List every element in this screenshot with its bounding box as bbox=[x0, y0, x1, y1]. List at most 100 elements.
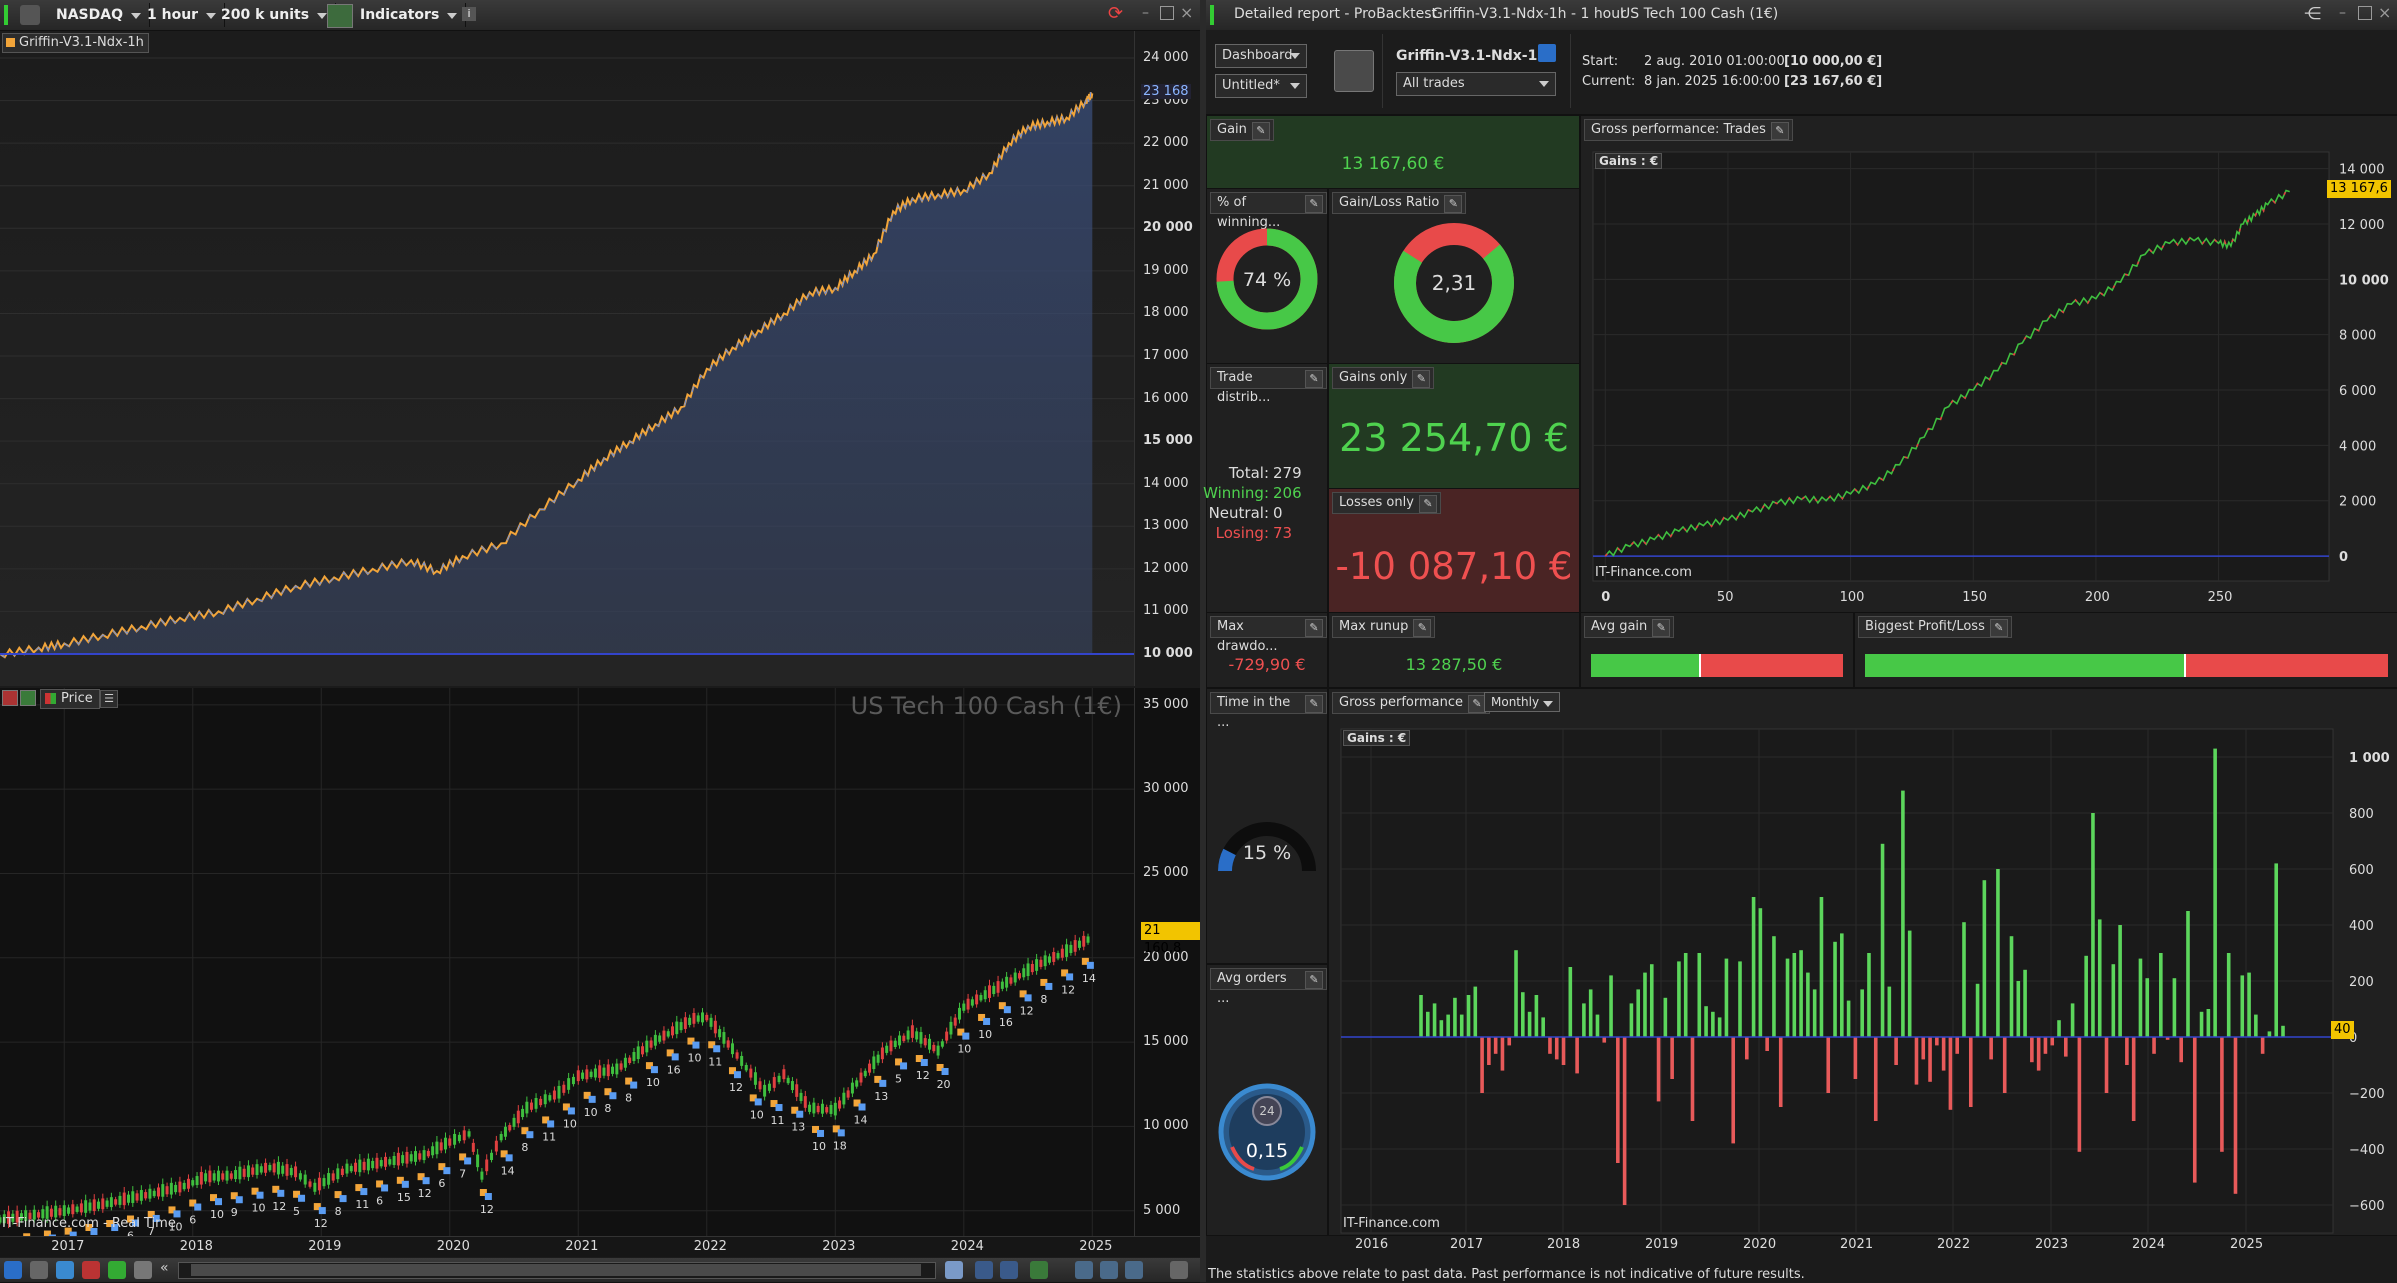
wrench-icon[interactable]: ✎ bbox=[1444, 195, 1462, 213]
instrument-icon[interactable] bbox=[20, 5, 40, 25]
candle bbox=[984, 990, 987, 999]
candle bbox=[718, 1029, 721, 1037]
copy-icon[interactable] bbox=[56, 1261, 74, 1279]
undo-icon[interactable] bbox=[975, 1261, 993, 1279]
equity-title[interactable]: Griffin-V3.1-Ndx-1h bbox=[2, 33, 149, 53]
keyboard-icon[interactable] bbox=[1170, 1261, 1188, 1279]
candle bbox=[598, 1065, 601, 1078]
share-icon[interactable] bbox=[30, 1261, 48, 1279]
zoom-out-icon[interactable] bbox=[1100, 1261, 1118, 1279]
max-runup-title: Max runup✎ bbox=[1332, 616, 1435, 638]
calendar-icon[interactable] bbox=[945, 1261, 963, 1279]
candle bbox=[851, 1083, 854, 1094]
close-icon[interactable]: × bbox=[1180, 3, 1194, 17]
monthly-bar bbox=[1867, 953, 1871, 1037]
candle bbox=[562, 1085, 565, 1093]
wrench-icon[interactable]: ✎ bbox=[1419, 495, 1437, 513]
wrench-icon[interactable]: ✎ bbox=[1252, 122, 1270, 140]
trade-exit-marker bbox=[568, 1107, 575, 1114]
gross-monthly-chart: −600−400−20002004006008001 000 bbox=[1329, 689, 2397, 1235]
trade-label: 10 bbox=[563, 1117, 577, 1130]
pencil-icon[interactable] bbox=[4, 1261, 22, 1279]
time-in-market-tile: Time in the ...✎ 15 % bbox=[1206, 688, 1328, 964]
candle bbox=[650, 1040, 653, 1047]
candle bbox=[144, 1192, 147, 1198]
strategy-icon[interactable] bbox=[1334, 50, 1374, 92]
candle bbox=[637, 1046, 640, 1059]
candle bbox=[423, 1150, 426, 1160]
trade-label: 18 bbox=[833, 1139, 847, 1152]
price-button[interactable]: Price bbox=[40, 689, 100, 709]
trade-label: 8 bbox=[625, 1092, 632, 1105]
candle bbox=[759, 1081, 762, 1089]
wrench-icon[interactable]: ✎ bbox=[1305, 619, 1323, 637]
candle bbox=[671, 1026, 674, 1035]
wrench-icon[interactable]: ✎ bbox=[1413, 619, 1431, 637]
trade-label: 10 bbox=[210, 1208, 224, 1221]
candle bbox=[710, 1018, 713, 1027]
share-window-icon[interactable]: ⋲ bbox=[2304, 4, 2324, 24]
layout-select[interactable]: Untitled* bbox=[1215, 74, 1307, 98]
candle bbox=[544, 1094, 547, 1104]
monthly-bar bbox=[1569, 967, 1573, 1037]
backtest-icon[interactable] bbox=[108, 1261, 126, 1279]
trade-exit-marker bbox=[360, 1188, 367, 1195]
scrollbar-thumb[interactable] bbox=[191, 1264, 921, 1276]
candle bbox=[1074, 940, 1077, 952]
scroll-left-icon[interactable]: « bbox=[160, 1260, 176, 1278]
report-minimize-icon[interactable]: – bbox=[2339, 6, 2353, 20]
trades-y-tick: 10 000 bbox=[2339, 273, 2389, 288]
indicators-button[interactable]: Indicators bbox=[352, 3, 466, 27]
candle bbox=[131, 1191, 134, 1203]
monthly-bar bbox=[1657, 1037, 1661, 1101]
close-panel-icon[interactable] bbox=[2, 690, 18, 706]
zoom-fit-icon[interactable] bbox=[1075, 1261, 1093, 1279]
monthly-bar bbox=[1555, 1037, 1559, 1059]
candle bbox=[979, 995, 982, 1000]
candle bbox=[500, 1134, 503, 1140]
candle bbox=[877, 1055, 880, 1063]
window-icon[interactable] bbox=[134, 1261, 152, 1279]
candle bbox=[1065, 944, 1068, 957]
trades-select[interactable]: All trades bbox=[1396, 72, 1556, 96]
wrench-icon[interactable]: ✎ bbox=[1305, 370, 1323, 388]
wrench-icon[interactable]: ✎ bbox=[1305, 695, 1323, 713]
candle bbox=[812, 1103, 815, 1114]
report-maximize-icon[interactable] bbox=[2358, 6, 2372, 20]
info-icon[interactable]: i bbox=[462, 7, 476, 21]
trade-exit-marker bbox=[962, 1033, 969, 1040]
units-select[interactable]: 200 k units bbox=[213, 3, 336, 27]
minimize-icon[interactable]: – bbox=[1142, 6, 1156, 20]
horizontal-scrollbar[interactable] bbox=[178, 1262, 936, 1279]
candle bbox=[468, 1131, 471, 1136]
refresh-icon[interactable]: ⟳ bbox=[1108, 4, 1128, 24]
indicators-icon[interactable] bbox=[327, 4, 353, 28]
instrument-select[interactable]: NASDAQ bbox=[48, 3, 150, 27]
losing-label: Losing: bbox=[1216, 524, 1269, 542]
candle bbox=[615, 1064, 618, 1075]
report-icon[interactable] bbox=[82, 1261, 100, 1279]
redo-icon[interactable] bbox=[1000, 1261, 1018, 1279]
zoom-in-icon[interactable] bbox=[1125, 1261, 1143, 1279]
candle bbox=[855, 1080, 858, 1086]
trades-y-tick: 0 bbox=[2339, 550, 2348, 565]
candle bbox=[692, 1013, 695, 1024]
wrench-icon[interactable]: ✎ bbox=[1990, 619, 2008, 637]
candle bbox=[911, 1025, 914, 1038]
view-select[interactable]: Dashboard bbox=[1215, 44, 1307, 68]
wrench-icon[interactable]: ✎ bbox=[1412, 370, 1430, 388]
candle bbox=[323, 1178, 326, 1186]
wrench-icon[interactable]: ✎ bbox=[1652, 619, 1670, 637]
chart-type-icon[interactable] bbox=[1030, 1261, 1048, 1279]
edit-strategy-icon[interactable] bbox=[1538, 44, 1556, 62]
wrench-icon[interactable]: ✎ bbox=[1305, 971, 1323, 989]
candle bbox=[791, 1081, 794, 1090]
monthly-bar bbox=[2016, 981, 2020, 1037]
list-icon[interactable]: ☰ bbox=[100, 690, 118, 708]
report-close-icon[interactable]: × bbox=[2378, 3, 2392, 17]
maximize-icon[interactable] bbox=[1160, 6, 1174, 20]
monthly-bar bbox=[1460, 1015, 1464, 1037]
panel-settings-icon[interactable] bbox=[20, 690, 36, 706]
candle bbox=[309, 1181, 312, 1186]
wrench-icon[interactable]: ✎ bbox=[1305, 195, 1323, 213]
